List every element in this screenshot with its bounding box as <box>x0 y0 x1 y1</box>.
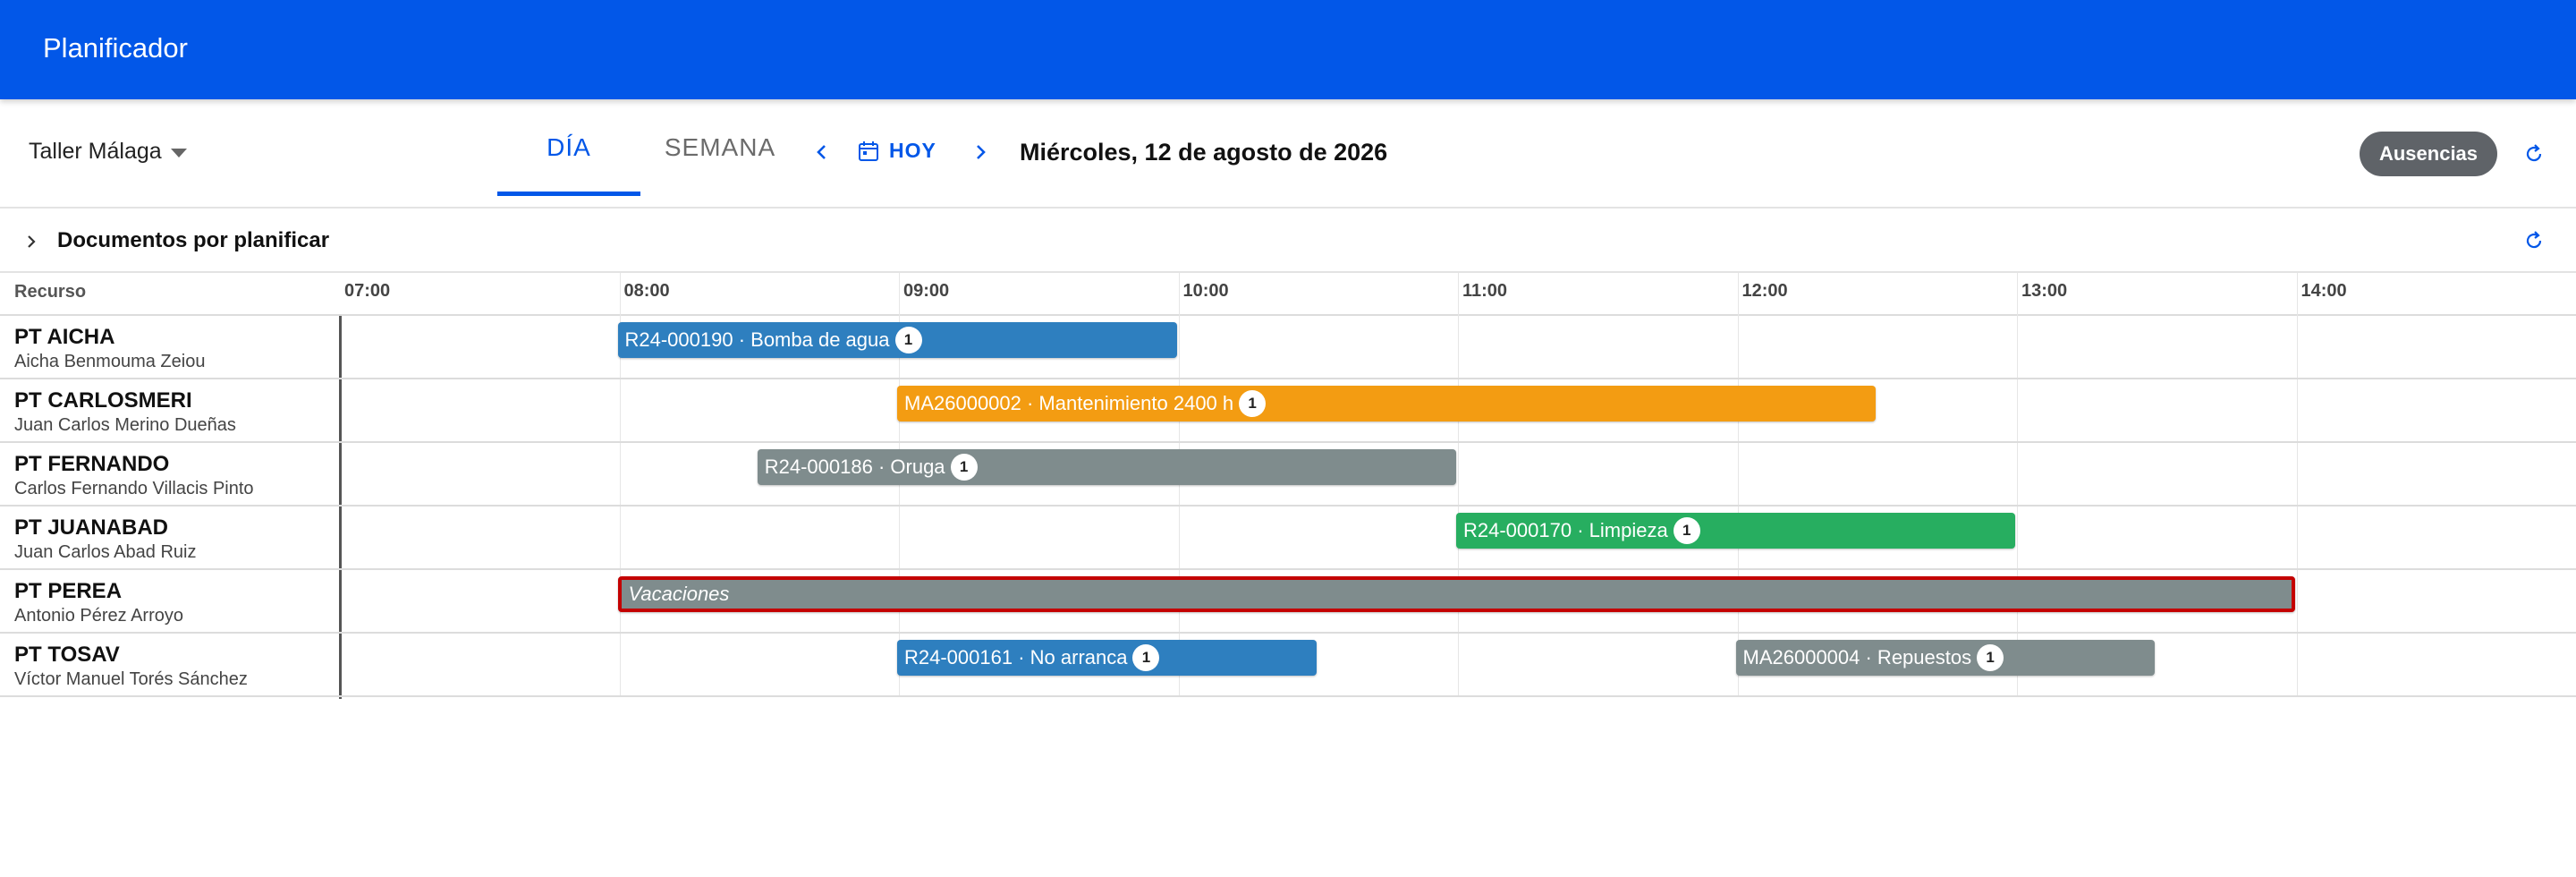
event-label: MA26000002 · Mantenimiento 2400 h <box>904 392 1234 414</box>
resource-name: PT JUANABAD <box>14 515 169 540</box>
resource-full-name: Juan Carlos Abad Ruiz <box>14 542 197 562</box>
event-label: MA26000004 · Repuestos <box>1742 646 1972 668</box>
scheduler-grid: Recurso 07:00 08:00 09:00 10:00 11:00 12:00 13… <box>0 273 2576 699</box>
hour-label: 10:00 <box>1182 281 1229 301</box>
resource-name: PT PEREA <box>14 579 123 603</box>
current-date: Miércoles, 12 de agosto de 2026 <box>1020 139 1388 166</box>
work-order-event[interactable]: MA26000004 · Repuestos 1 <box>1735 640 2156 676</box>
event-label: R24-000170 · Limpieza <box>1463 519 1668 541</box>
refresh-icon <box>2526 144 2542 162</box>
event-count-badge: 1 <box>1239 390 1267 417</box>
tab-day[interactable]: DÍA <box>497 99 640 196</box>
site-selector-label: Taller Málaga <box>29 139 162 164</box>
app-bar: Planificador <box>0 0 2576 99</box>
resource-name: PT TOSAV <box>14 643 120 667</box>
pending-refresh-button[interactable] <box>2521 227 2547 254</box>
tab-week[interactable]: SEMANA <box>644 99 796 196</box>
refresh-icon <box>2526 231 2542 249</box>
hour-label: 11:00 <box>1462 281 1508 301</box>
toolbar: Taller Málaga DÍA SEMANA HOY Miércoles, … <box>0 99 2576 209</box>
pending-documents-bar: Documentos por planificar <box>0 209 2576 273</box>
resource-full-name: Carlos Fernando Villacis Pinto <box>14 479 254 498</box>
hour-label: 13:00 <box>2021 281 2068 301</box>
resource-full-name: Juan Carlos Merino Dueñas <box>14 415 236 435</box>
chevron-left-icon <box>817 145 826 159</box>
refresh-button[interactable] <box>2521 140 2547 167</box>
caret-down-icon <box>170 148 187 158</box>
hour-label: 12:00 <box>1741 281 1788 301</box>
event-count-badge: 1 <box>894 327 922 353</box>
tab-day-indicator <box>497 192 640 196</box>
next-day-button[interactable] <box>967 139 994 166</box>
event-label: R24-000186 · Oruga <box>764 456 945 478</box>
event-label: R24-000161 · No arranca <box>904 646 1128 668</box>
site-selector[interactable]: Taller Málaga <box>29 139 187 165</box>
resource-full-name: Víctor Manuel Torés Sánchez <box>14 669 248 689</box>
hour-label: 14:00 <box>2301 281 2347 301</box>
event-count-badge: 1 <box>1132 644 1160 671</box>
work-order-event[interactable]: MA26000002 · Mantenimiento 2400 h1 <box>897 386 1876 421</box>
resource-name: PT CARLOSMERI <box>14 388 192 413</box>
work-order-event[interactable]: R24-000186 · Oruga 1 <box>757 449 1456 485</box>
calendar-icon <box>859 140 878 161</box>
resource-column-header: Recurso <box>14 282 87 302</box>
resource-full-name: Antonio Pérez Arroyo <box>14 606 183 626</box>
pending-documents-label: Documentos por planificar <box>57 228 330 252</box>
chevron-right-expand-icon <box>28 235 36 248</box>
event-label: R24-000190 · Bomba de agua <box>624 328 890 351</box>
work-order-event[interactable]: R24-000161 · No arranca 1 <box>897 640 1317 676</box>
event-label: Vacaciones <box>628 583 730 605</box>
event-count-badge: 1 <box>950 454 978 481</box>
chevron-right-icon <box>977 145 986 159</box>
work-order-event[interactable]: R24-000190 · Bomba de agua 1 <box>617 322 1177 358</box>
event-count-badge: 1 <box>1673 517 1700 544</box>
prev-day-button[interactable] <box>809 139 835 166</box>
absence-block[interactable]: Vacaciones <box>617 576 2295 612</box>
resource-name: PT FERNANDO <box>14 452 170 476</box>
app-title: Planificador <box>43 32 188 64</box>
resource-row: PT AICHA Aicha Benmouma Zeiou <box>0 316 2576 379</box>
expand-pending-button[interactable] <box>18 228 45 255</box>
resource-full-name: Aicha Benmouma Zeiou <box>14 352 206 371</box>
work-order-event[interactable]: R24-000170 · Limpieza 1 <box>1456 513 2015 549</box>
today-label: HOY <box>889 139 936 162</box>
hour-label: 09:00 <box>903 281 950 301</box>
absences-button[interactable]: Ausencias <box>2360 132 2497 176</box>
today-button[interactable]: HOY <box>857 139 936 163</box>
hour-label: 08:00 <box>623 281 670 301</box>
resource-row: PT JUANABAD Juan Carlos Abad Ruiz <box>0 507 2576 570</box>
hour-label: 07:00 <box>344 281 391 301</box>
resource-name: PT AICHA <box>14 325 115 349</box>
event-count-badge: 1 <box>1977 644 2004 671</box>
